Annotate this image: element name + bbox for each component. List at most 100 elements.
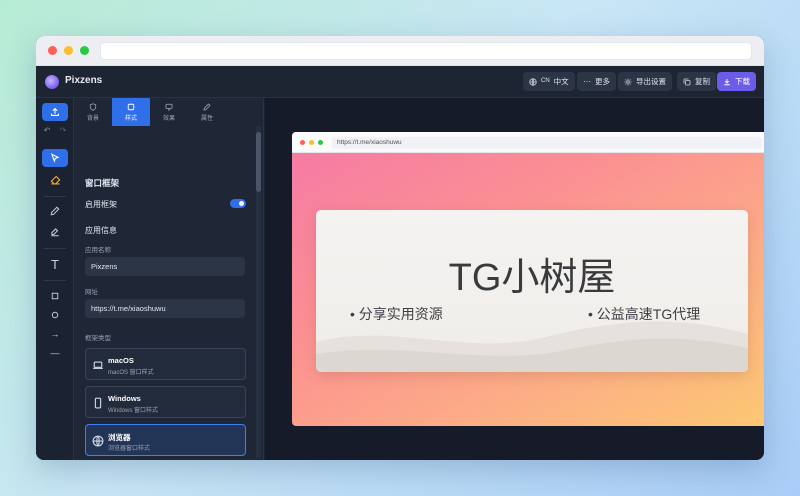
language-code: CN (541, 78, 550, 84)
eraser-tool[interactable] (42, 171, 68, 189)
tool-rail: ↶ ↷ T → — (36, 98, 74, 460)
tab-background[interactable]: 背景 (74, 98, 112, 126)
laptop-icon (93, 361, 103, 369)
undo-icon: ↶ (43, 125, 51, 135)
app-window: Pixzens CN 中文 ⋯ 更多 导出设置 复制 下载 ↶ ↷ T → — … (36, 36, 764, 460)
close-dot[interactable] (48, 46, 57, 55)
pen-icon (203, 102, 211, 110)
scroll-thumb[interactable] (256, 132, 261, 192)
pen-tool[interactable] (42, 202, 68, 220)
preview-bullet: • 分享实用资源 (350, 306, 443, 322)
gear-icon (624, 78, 632, 85)
preview-canvas: https://t.me/xiaoshuwu TG小树屋 • 分享实用资源 • … (265, 98, 764, 460)
app-header: Pixzens CN 中文 ⋯ 更多 导出设置 复制 下载 (36, 66, 764, 98)
frame-type-macos[interactable]: macOS macOS 窗口样式 (85, 348, 246, 380)
tab-style[interactable]: 样式 (112, 98, 150, 126)
download-label: 下载 (735, 77, 750, 86)
tab-label: 背景 (86, 115, 99, 122)
square-icon (51, 292, 59, 300)
rail-divider (44, 248, 66, 249)
undo-button[interactable]: ↶ (40, 124, 54, 136)
properties-panel: 背景 样式 效果 属性 窗口框架 启用框架 应用信息 应用名称 Pixzens … (74, 98, 264, 460)
enable-frame-toggle[interactable] (230, 199, 246, 208)
url-label: 网址 (85, 289, 98, 296)
line-icon: — (50, 348, 60, 358)
preview-image[interactable]: TG小树屋 • 分享实用资源 • 公益高速TG代理 (316, 210, 748, 372)
text-tool[interactable]: T (42, 255, 68, 273)
preview-url: https://t.me/xiaoshuwu (332, 137, 762, 149)
language-label: 中文 (553, 77, 569, 86)
frame-type-windows[interactable]: Windows Windows 窗口样式 (85, 386, 246, 418)
circle-icon (51, 311, 59, 319)
frame-section-title: 窗口框架 (85, 178, 120, 188)
eraser-icon (50, 175, 60, 184)
circle-tool[interactable] (42, 306, 68, 324)
preview-title: TG小树屋 (448, 257, 616, 299)
copy-button[interactable]: 复制 (677, 72, 716, 91)
frame-type-title: Windows (108, 394, 141, 403)
minimize-dot[interactable] (64, 46, 73, 55)
app-name-label: 应用名称 (85, 247, 111, 254)
download-icon (724, 78, 730, 85)
arrow-right-icon: → (50, 329, 60, 339)
redo-button[interactable]: ↷ (56, 124, 70, 136)
app-info-section-title: 应用信息 (85, 226, 117, 235)
upload-icon (51, 107, 59, 116)
phone-icon (94, 397, 102, 409)
shield-icon (89, 102, 97, 111)
select-tool[interactable] (42, 149, 68, 167)
panel-scrollbar[interactable] (256, 126, 261, 458)
address-bar[interactable] (100, 42, 752, 60)
tab-label: 属性 (200, 115, 213, 122)
tab-label: 效果 (162, 115, 175, 122)
language-button[interactable]: CN 中文 (523, 72, 575, 91)
preview-minimize-dot (309, 140, 314, 145)
line-tool[interactable]: — (42, 344, 68, 362)
more-button[interactable]: ⋯ 更多 (577, 72, 616, 91)
tab-effects[interactable]: 效果 (150, 98, 188, 126)
frame-type-label: 框架类型 (85, 335, 111, 342)
download-button[interactable]: 下载 (717, 72, 756, 91)
arrow-tool[interactable]: → (42, 325, 68, 343)
frame-type-subtitle: 浏览器窗口样式 (108, 446, 151, 452)
square-icon (127, 103, 135, 110)
export-settings-button[interactable]: 导出设置 (618, 72, 672, 91)
preview-bullet: • 公益高速TG代理 (588, 306, 701, 322)
frame-type-subtitle: macOS 窗口样式 (108, 370, 154, 376)
frame-type-title: macOS (108, 356, 134, 365)
copy-icon (683, 78, 691, 85)
enable-frame-label: 启用框架 (85, 200, 117, 209)
preview-browser-bar: https://t.me/xiaoshuwu (292, 132, 764, 153)
url-input[interactable]: https://t.me/xiaoshuwu (85, 299, 245, 318)
cursor-icon (50, 153, 60, 163)
preview-close-dot (300, 140, 305, 145)
maximize-dot[interactable] (80, 46, 89, 55)
frame-type-subtitle: Windows 窗口样式 (108, 408, 159, 414)
logo-icon (45, 75, 59, 89)
upload-tool[interactable] (42, 103, 68, 121)
preview-maximize-dot (318, 140, 323, 145)
more-label: 更多 (595, 77, 610, 86)
globe-icon (529, 77, 537, 86)
text-icon: T (51, 256, 59, 272)
rail-divider (44, 280, 66, 281)
rail-divider (44, 196, 66, 197)
pen-icon (50, 206, 60, 216)
frame-type-browser[interactable]: 浏览器 浏览器窗口样式 (85, 424, 246, 456)
tab-label: 样式 (124, 115, 137, 122)
redo-icon: ↷ (59, 125, 67, 135)
app-name-input[interactable]: Pixzens (85, 257, 245, 276)
browser-chrome (36, 36, 764, 66)
signature-tool[interactable] (42, 223, 68, 241)
copy-label: 复制 (695, 77, 710, 86)
frame-type-title: 浏览器 (108, 433, 131, 442)
rectangle-tool[interactable] (42, 287, 68, 305)
app-brand: Pixzens (65, 75, 103, 86)
monitor-icon (165, 103, 173, 110)
panel-tabs: 背景 样式 效果 属性 (74, 98, 256, 126)
signature-icon (51, 228, 59, 237)
more-icon: ⋯ (583, 77, 591, 86)
export-settings-label: 导出设置 (636, 77, 666, 86)
preview-frame[interactable]: https://t.me/xiaoshuwu TG小树屋 • 分享实用资源 • … (292, 132, 764, 426)
tab-properties[interactable]: 属性 (188, 98, 226, 126)
